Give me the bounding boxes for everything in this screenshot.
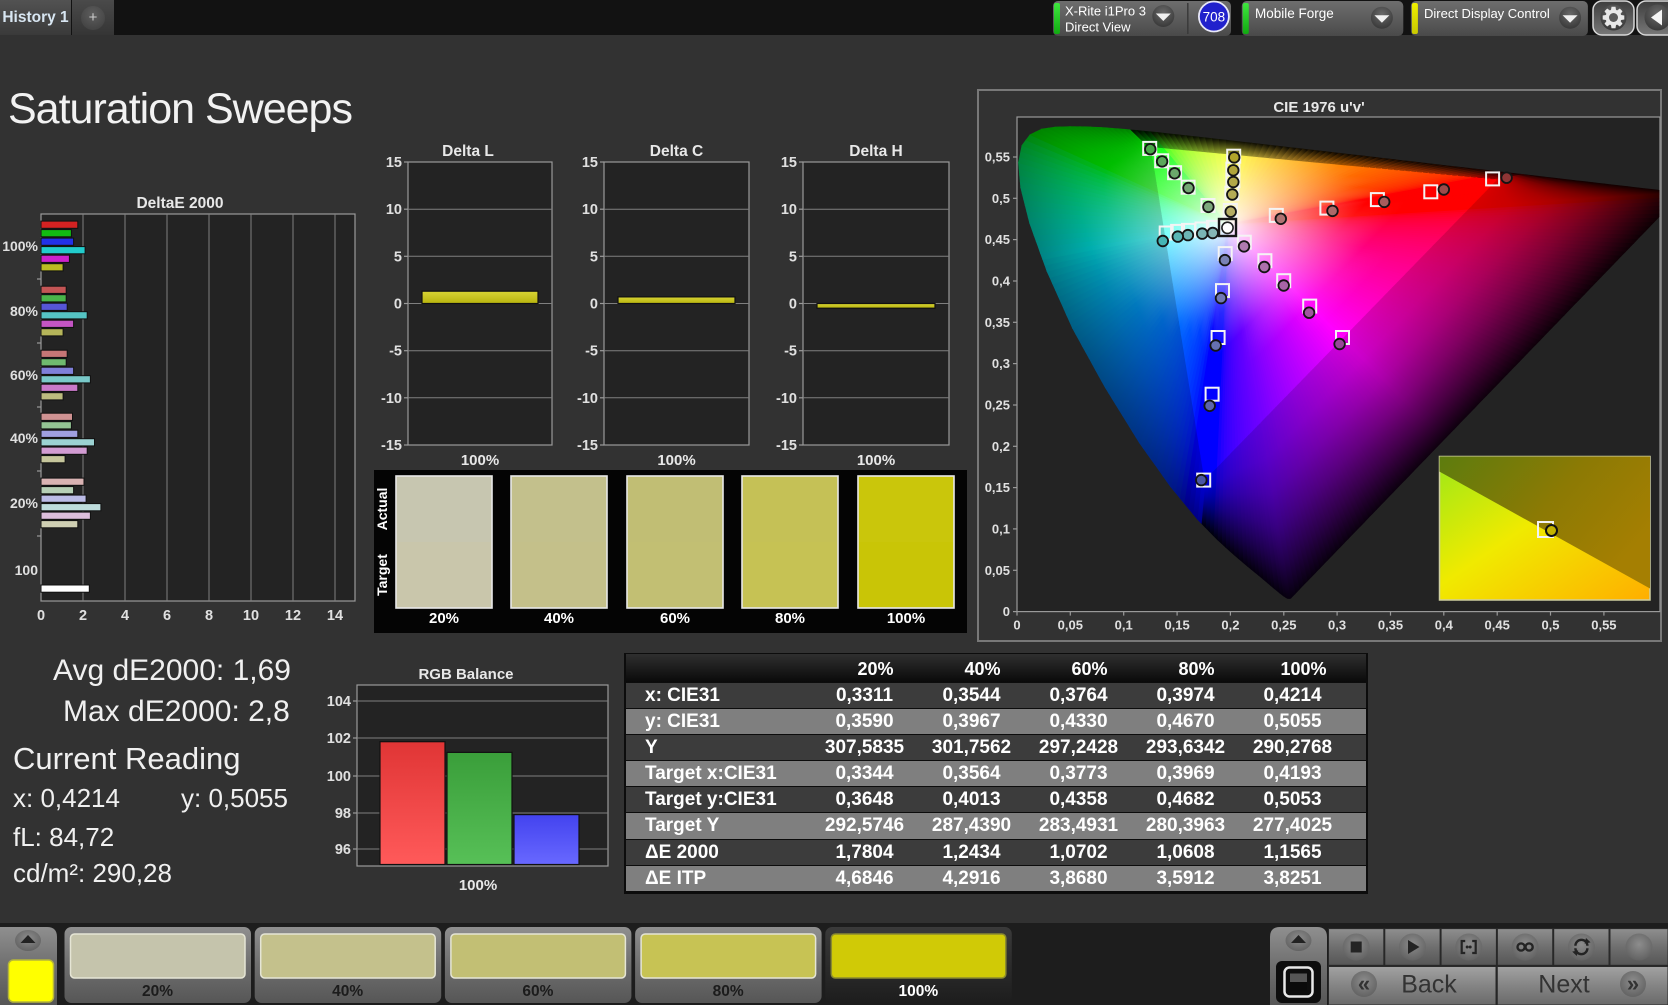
- svg-text:5: 5: [394, 249, 402, 265]
- svg-text:100%: 100%: [461, 452, 499, 469]
- svg-text:0,1: 0,1: [992, 521, 1010, 536]
- svg-text:20%: 20%: [429, 610, 459, 627]
- svg-text:0,3: 0,3: [1328, 618, 1346, 633]
- svg-text:10: 10: [386, 202, 402, 218]
- svg-text:Delta L: Delta L: [442, 143, 494, 160]
- svg-text:0,2: 0,2: [1221, 618, 1239, 633]
- svg-text:0,15: 0,15: [1164, 618, 1189, 633]
- svg-text:100%: 100%: [459, 877, 497, 894]
- svg-text:0,5: 0,5: [1541, 618, 1559, 633]
- svg-text:-10: -10: [577, 391, 598, 407]
- svg-text:102: 102: [327, 731, 351, 747]
- svg-text:X-Rite i1Pro 3: X-Rite i1Pro 3: [1065, 4, 1146, 19]
- svg-text:708: 708: [1203, 10, 1226, 25]
- svg-text:-10: -10: [776, 391, 797, 407]
- svg-text:»: »: [1627, 971, 1639, 996]
- svg-text:15: 15: [582, 155, 598, 171]
- svg-text:0,5: 0,5: [992, 191, 1010, 206]
- svg-text:RGB Balance: RGB Balance: [418, 666, 513, 683]
- svg-text:Next: Next: [1538, 971, 1589, 999]
- svg-text:0,05: 0,05: [1058, 618, 1083, 633]
- svg-text:0,25: 0,25: [985, 398, 1010, 413]
- svg-text:0,05: 0,05: [985, 563, 1010, 578]
- svg-text:40%: 40%: [544, 610, 574, 627]
- svg-text:0: 0: [37, 608, 45, 624]
- svg-text:0,35: 0,35: [985, 315, 1010, 330]
- svg-text:0,45: 0,45: [985, 232, 1010, 247]
- svg-text:0,3: 0,3: [992, 356, 1010, 371]
- svg-text:60%: 60%: [660, 610, 690, 627]
- svg-text:6: 6: [163, 608, 171, 624]
- svg-text:0,15: 0,15: [985, 480, 1010, 495]
- svg-text:0,4: 0,4: [1435, 618, 1454, 633]
- svg-text:98: 98: [335, 806, 351, 822]
- svg-text:0: 0: [394, 297, 402, 313]
- svg-text:4: 4: [121, 608, 129, 624]
- svg-text:Direct View: Direct View: [1065, 20, 1131, 35]
- svg-text:-15: -15: [776, 438, 797, 454]
- svg-text:96: 96: [335, 842, 351, 858]
- svg-text:0,55: 0,55: [985, 150, 1010, 165]
- svg-text:10: 10: [781, 202, 797, 218]
- svg-text:CIE 1976 u'v': CIE 1976 u'v': [1273, 99, 1364, 116]
- svg-text:60%: 60%: [10, 367, 39, 383]
- svg-text:100%: 100%: [857, 452, 895, 469]
- svg-text:Target: Target: [374, 554, 390, 596]
- svg-text:10: 10: [582, 202, 598, 218]
- svg-text:0,55: 0,55: [1591, 618, 1616, 633]
- svg-text:-15: -15: [381, 438, 402, 454]
- svg-text:15: 15: [386, 155, 402, 171]
- svg-text:Actual: Actual: [374, 488, 390, 531]
- svg-text:-10: -10: [381, 391, 402, 407]
- svg-text:100%: 100%: [2, 238, 38, 254]
- svg-text:-5: -5: [585, 344, 598, 360]
- svg-text:40%: 40%: [332, 983, 363, 1000]
- svg-text:0,1: 0,1: [1115, 618, 1133, 633]
- svg-text:Delta C: Delta C: [650, 143, 703, 160]
- svg-text:14: 14: [327, 608, 343, 624]
- svg-text:0,25: 0,25: [1271, 618, 1296, 633]
- svg-text:0,4: 0,4: [992, 274, 1011, 289]
- svg-text:80%: 80%: [10, 303, 39, 319]
- svg-text:12: 12: [285, 608, 301, 624]
- svg-text:20%: 20%: [142, 983, 173, 1000]
- svg-text:10: 10: [243, 608, 259, 624]
- svg-text:-15: -15: [577, 438, 598, 454]
- svg-text:Delta H: Delta H: [849, 143, 902, 160]
- svg-text:100%: 100%: [887, 610, 925, 627]
- svg-text:0: 0: [1003, 604, 1010, 619]
- svg-text:100: 100: [327, 769, 351, 785]
- svg-text:0: 0: [590, 297, 598, 313]
- svg-text:0,45: 0,45: [1485, 618, 1510, 633]
- svg-text:5: 5: [590, 249, 598, 265]
- svg-text:-5: -5: [784, 344, 797, 360]
- svg-text:-5: -5: [389, 344, 402, 360]
- svg-text:104: 104: [327, 694, 351, 710]
- svg-text:15: 15: [781, 155, 797, 171]
- svg-text:5: 5: [789, 249, 797, 265]
- svg-text:80%: 80%: [713, 983, 744, 1000]
- svg-text:«: «: [1358, 971, 1370, 996]
- svg-text:DeltaE 2000: DeltaE 2000: [136, 195, 223, 212]
- svg-text:2: 2: [79, 608, 87, 624]
- svg-text:Back: Back: [1401, 971, 1457, 999]
- svg-text:20%: 20%: [10, 495, 39, 511]
- svg-text:100: 100: [15, 562, 39, 578]
- svg-text:100%: 100%: [898, 983, 938, 1000]
- svg-text:Direct Display Control: Direct Display Control: [1424, 6, 1550, 21]
- svg-text:0: 0: [1013, 618, 1020, 633]
- svg-text:80%: 80%: [775, 610, 805, 627]
- svg-text:0,35: 0,35: [1378, 618, 1403, 633]
- svg-text:0: 0: [789, 297, 797, 313]
- svg-text:Mobile Forge: Mobile Forge: [1255, 6, 1334, 21]
- svg-text:40%: 40%: [10, 430, 39, 446]
- svg-text:100%: 100%: [657, 452, 695, 469]
- svg-text:60%: 60%: [522, 983, 553, 1000]
- svg-text:0,2: 0,2: [992, 439, 1010, 454]
- svg-text:8: 8: [205, 608, 213, 624]
